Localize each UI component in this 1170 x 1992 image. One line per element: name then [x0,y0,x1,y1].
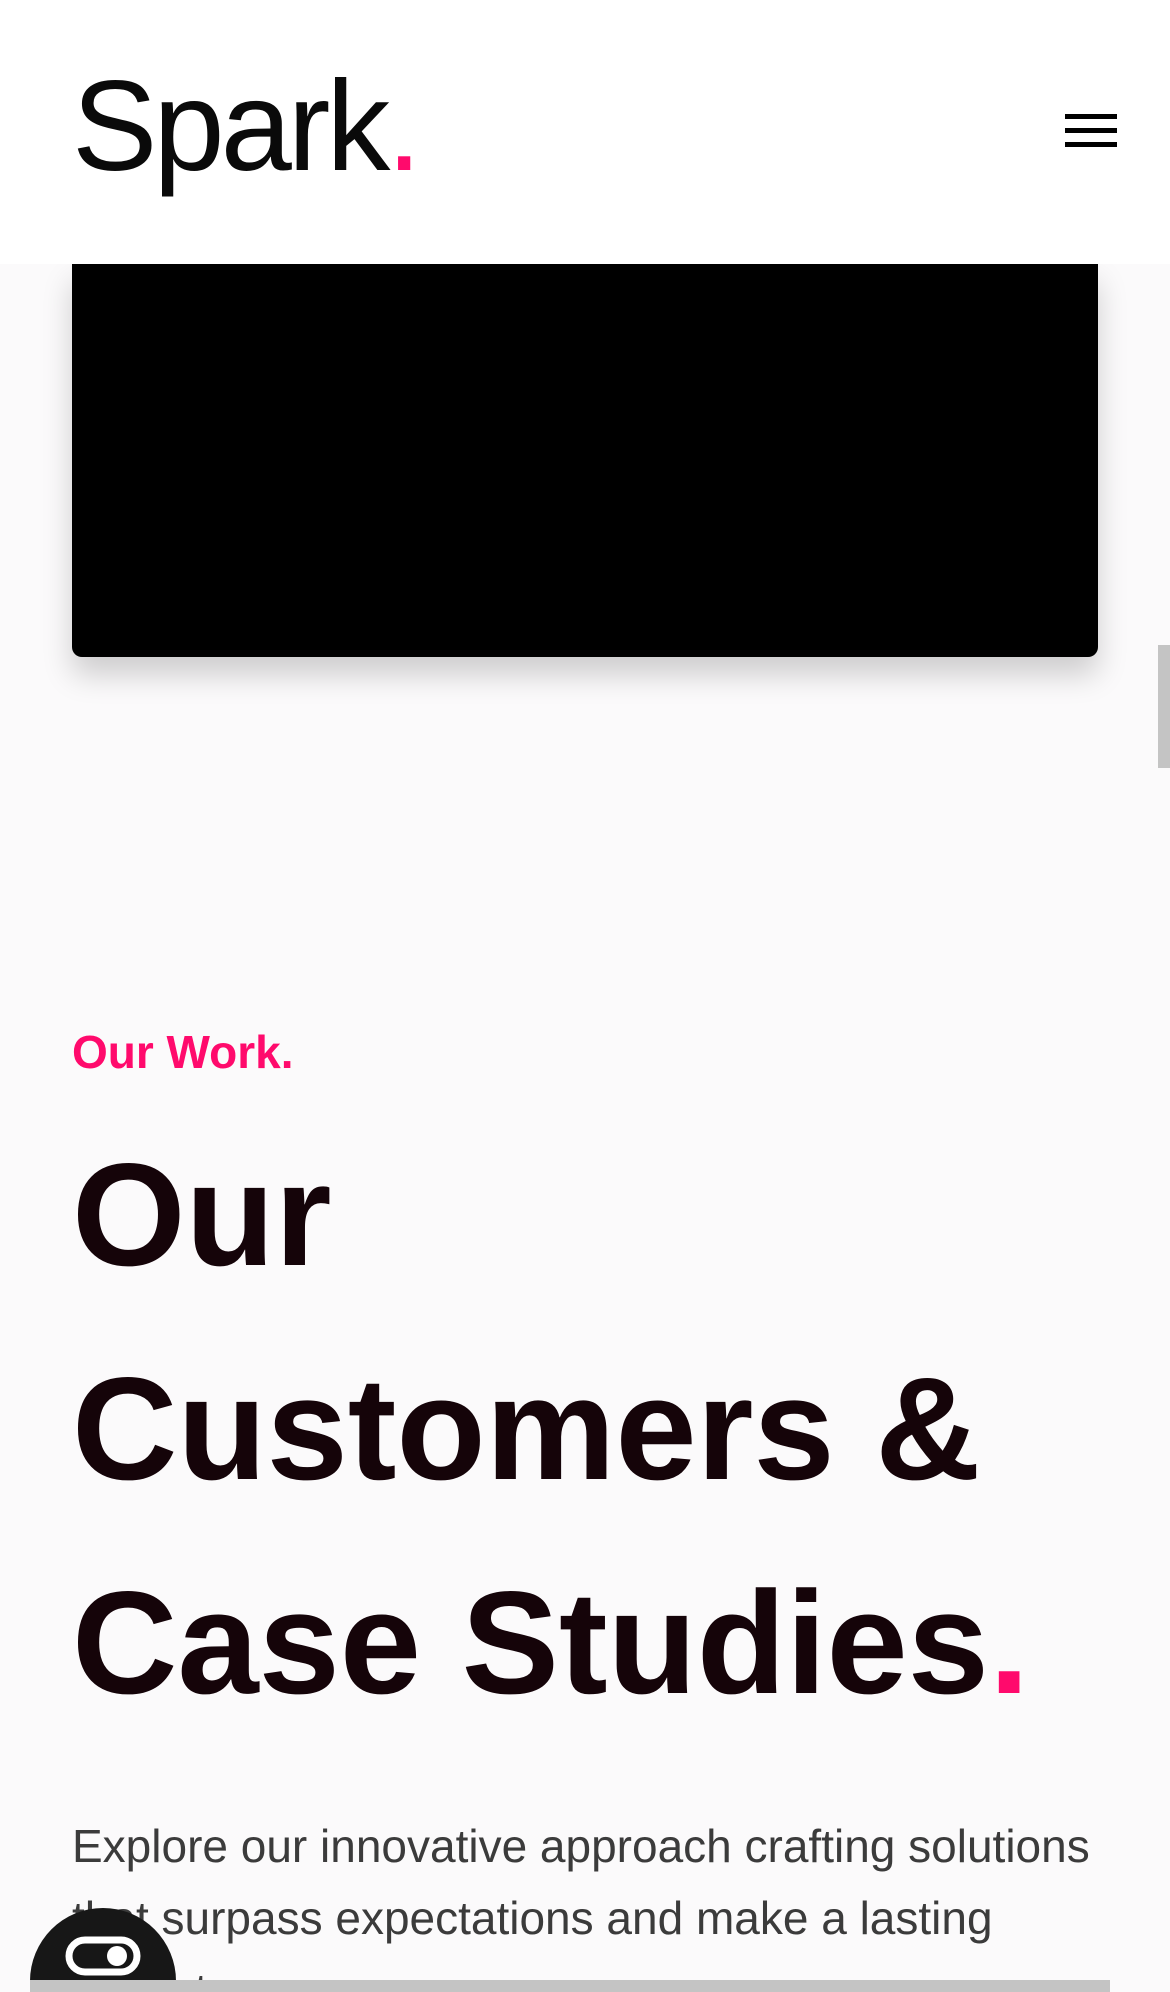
headline-line-3-text: Case Studies [72,1561,989,1724]
menu-button[interactable] [1060,108,1120,156]
section-headline: Our Customers & Case Studies. [72,1108,1098,1750]
horizontal-scrollbar[interactable] [30,1980,1110,1992]
logo-dot: . [386,55,422,198]
vertical-scrollbar-thumb[interactable] [1158,645,1170,768]
headline-accent-dot: . [988,1561,1030,1724]
section-eyebrow: Our Work. [72,1026,294,1078]
hamburger-menu-icon-bar [1065,128,1117,133]
logo-text: Spark [72,55,390,198]
hamburger-menu-icon [1065,114,1117,119]
headline-line-2: Customers & [72,1347,981,1510]
section-description: Explore our innovative approach crafting… [72,1820,1090,1992]
logo[interactable]: Spark. [72,52,422,202]
site-header: Spark. [0,0,1170,264]
chat-icon [65,1936,141,1976]
headline-line-1: Our [72,1133,332,1296]
hamburger-menu-icon-bar [1065,142,1117,147]
headline-line-3: Case Studies. [72,1536,1098,1750]
hero-video[interactable] [72,264,1098,657]
